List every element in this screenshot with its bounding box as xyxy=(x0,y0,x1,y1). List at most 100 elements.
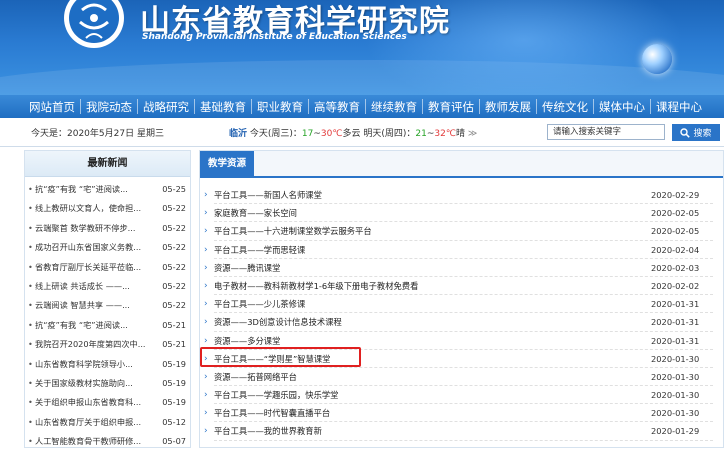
resource-item[interactable]: › 资源——3D创意设计信息技术课程 2020-01-31 xyxy=(200,313,723,332)
nav-divider xyxy=(593,99,594,114)
resource-date: 2020-02-03 xyxy=(651,262,700,273)
news-title[interactable]: 抗“疫”有我 “宅”进阅读... xyxy=(33,316,153,335)
nav-item-basic-edu[interactable]: 基础教育 xyxy=(197,99,249,115)
resource-item[interactable]: › 资源——拓普网络平台 2020-01-30 xyxy=(200,368,723,387)
arrow-right-icon: › xyxy=(204,280,208,291)
news-item[interactable]: • 关于组织申报山东省教育科... 05-19 xyxy=(25,393,190,412)
institute-logo[interactable] xyxy=(62,0,126,52)
resource-item[interactable]: › 家庭教育——家长空间 2020-02-05 xyxy=(200,204,723,223)
nav-item-strategy[interactable]: 战略研究 xyxy=(140,99,192,115)
resource-item-highlighted[interactable]: › 平台工具——“学则星”智慧课堂 2020-01-30 xyxy=(200,350,723,368)
news-title[interactable]: 人工智能教育骨干教师研修... xyxy=(33,432,153,451)
news-item[interactable]: • 省教育厅副厅长关延平莅临... 05-22 xyxy=(25,258,190,277)
arrow-right-icon: › xyxy=(204,371,208,382)
news-item[interactable]: • 山东省教育厅关于组织申报... 05-12 xyxy=(25,413,190,432)
bullet-icon: • xyxy=(28,339,33,350)
resource-item[interactable]: › 平台工具——我的世界教育新 2020-01-29 xyxy=(200,422,723,441)
resource-title[interactable]: 电子教材——教科新教材学1-6年级下册电子教材免费看 xyxy=(214,281,418,291)
news-item[interactable]: • 关于国家级教材实施助向... 05-19 xyxy=(25,374,190,393)
news-item[interactable]: • 线上研读 共话成长 ——... 05-22 xyxy=(25,277,190,296)
news-item[interactable]: • 抗“疫”有我 “宅”进阅读... 05-21 xyxy=(25,316,190,335)
news-title[interactable]: 关于国家级教材实施助向... xyxy=(33,374,153,393)
resource-title[interactable]: 平台工具——少儿茶修课 xyxy=(214,299,305,309)
bullet-icon: • xyxy=(28,261,33,272)
news-date: 05-25 xyxy=(162,184,186,194)
news-item[interactable]: • 云端聚首 数学教研不停步... 05-22 xyxy=(25,219,190,238)
resource-title[interactable]: 家庭教育——家长空间 xyxy=(214,208,297,218)
resource-item[interactable]: › 平台工具——时代智囊直播平台 2020-01-30 xyxy=(200,404,723,423)
bullet-icon: • xyxy=(28,280,33,291)
nav-item-courses[interactable]: 课程中心 xyxy=(653,99,705,115)
resource-title[interactable]: 平台工具——“学则星”智慧课堂 xyxy=(214,354,330,364)
resource-title[interactable]: 平台工具——新国人名师课堂 xyxy=(214,190,322,200)
resource-item[interactable]: › 电子教材——教科新教材学1-6年级下册电子教材免费看 2020-02-02 xyxy=(200,277,723,296)
resource-title[interactable]: 平台工具——学而思轻课 xyxy=(214,245,305,255)
news-item[interactable]: • 抗“疫”有我 “宅”进阅读... 05-25 xyxy=(25,180,190,199)
search-input[interactable] xyxy=(547,124,665,140)
nav-item-home[interactable]: 网站首页 xyxy=(26,99,78,115)
search-button-label: 搜索 xyxy=(693,129,712,139)
nav-item-culture[interactable]: 传统文化 xyxy=(539,99,591,115)
nav-item-continuing-edu[interactable]: 继续教育 xyxy=(368,99,420,115)
news-title[interactable]: 成功召开山东省国家义务教... xyxy=(33,238,153,257)
nav-item-vocational-edu[interactable]: 职业教育 xyxy=(254,99,306,115)
nav-item-news[interactable]: 我院动态 xyxy=(83,99,135,115)
resource-item[interactable]: › 平台工具——学趣乐园，快乐学堂 2020-01-30 xyxy=(200,386,723,405)
resource-item[interactable]: › 资源——多分课堂 2020-01-31 xyxy=(200,332,723,350)
news-date: 05-19 xyxy=(162,377,186,388)
resource-item[interactable]: › 资源——腾讯课堂 2020-02-03 xyxy=(200,259,723,277)
news-item[interactable]: • 山东省教育科学院领导小... 05-19 xyxy=(25,355,190,374)
news-title[interactable]: 关于组织申报山东省教育科... xyxy=(33,393,153,412)
arrow-right-icon: › xyxy=(204,208,208,219)
teaching-resources-panel: 教学资源 › 平台工具——新国人名师课堂 2020-02-29 › 家庭教育——家长空… xyxy=(199,150,724,448)
news-title[interactable]: 线上教研以文育人，使命担... xyxy=(33,199,153,218)
news-title[interactable]: 山东省教育厅关于组织申报... xyxy=(33,413,153,432)
resource-title[interactable]: 平台工具——学趣乐园，快乐学堂 xyxy=(214,390,338,400)
bullet-icon: • xyxy=(28,184,33,194)
search-icon xyxy=(680,127,691,138)
arrow-right-icon: › xyxy=(204,390,208,401)
news-item[interactable]: • 线上教研以文育人，使命担... 05-22 xyxy=(25,199,190,218)
news-item[interactable]: • 云端阅读 智慧共享 ——... 05-22 xyxy=(25,296,190,315)
tab-teaching-resources[interactable]: 教学资源 xyxy=(200,151,254,176)
resource-item[interactable]: › 平台工具——学而思轻课 2020-02-04 xyxy=(200,241,723,259)
weather-forecast: 临沂 今天(周三)：17~30℃多云 明天(周四)：21~32℃晴 ≫ xyxy=(229,126,477,139)
nav-item-higher-edu[interactable]: 高等教育 xyxy=(311,99,363,115)
nav-divider xyxy=(251,99,252,114)
resource-title[interactable]: 平台工具——我的世界教育新 xyxy=(214,426,322,436)
resource-item[interactable]: › 平台工具——少儿茶修课 2020-01-31 xyxy=(200,295,723,314)
nav-item-media[interactable]: 媒体中心 xyxy=(596,99,648,115)
resource-title[interactable]: 资源——拓普网络平台 xyxy=(214,372,297,382)
arrow-right-icon: › xyxy=(204,335,208,346)
resource-title[interactable]: 平台工具——时代智囊直播平台 xyxy=(214,408,330,418)
news-item[interactable]: • 成功召开山东省国家义务教... 05-22 xyxy=(25,238,190,257)
resource-item[interactable]: › 平台工具——十六进制课堂数学云服务平台 2020-02-05 xyxy=(200,222,723,241)
resource-date: 2020-01-30 xyxy=(651,371,700,382)
weather-today-sep: ~ xyxy=(313,129,321,139)
arrow-right-icon: › xyxy=(204,262,208,273)
weather-more-icon[interactable]: ≫ xyxy=(468,129,477,139)
arrow-right-icon: › xyxy=(204,299,208,310)
news-title[interactable]: 云端阅读 智慧共享 ——... xyxy=(33,296,153,315)
news-item[interactable]: • 我院召开2020年度第四次中... 05-21 xyxy=(25,335,190,354)
news-date: 05-21 xyxy=(162,319,186,330)
resource-title[interactable]: 资源——腾讯课堂 xyxy=(214,263,280,273)
news-title[interactable]: 线上研读 共话成长 ——... xyxy=(33,277,153,296)
weather-today-low: 17 xyxy=(301,129,314,139)
news-title[interactable]: 云端聚首 数学教研不停步... xyxy=(33,219,153,238)
resource-date: 2020-01-31 xyxy=(651,317,700,328)
arrow-right-icon: › xyxy=(204,353,208,364)
resource-date: 2020-01-30 xyxy=(651,408,700,419)
nav-item-evaluation[interactable]: 教育评估 xyxy=(425,99,477,115)
resource-title[interactable]: 资源——多分课堂 xyxy=(214,336,280,346)
resource-title[interactable]: 资源——3D创意设计信息技术课程 xyxy=(214,317,342,327)
resource-item[interactable]: › 平台工具——新国人名师课堂 2020-02-29 xyxy=(200,186,723,205)
resource-title[interactable]: 平台工具——十六进制课堂数学云服务平台 xyxy=(214,226,372,236)
news-title[interactable]: 省教育厅副厅长关延平莅临... xyxy=(33,258,153,277)
news-title[interactable]: 山东省教育科学院领导小... xyxy=(33,355,153,374)
search-button[interactable]: 搜索 xyxy=(672,124,720,141)
news-title[interactable]: 抗“疫”有我 “宅”进阅读... xyxy=(33,180,153,199)
news-title[interactable]: 我院召开2020年度第四次中... xyxy=(33,335,153,354)
nav-item-teacher-dev[interactable]: 教师发展 xyxy=(482,99,534,115)
news-item[interactable]: • 人工智能教育骨干教师研修... 05-07 xyxy=(25,432,190,451)
